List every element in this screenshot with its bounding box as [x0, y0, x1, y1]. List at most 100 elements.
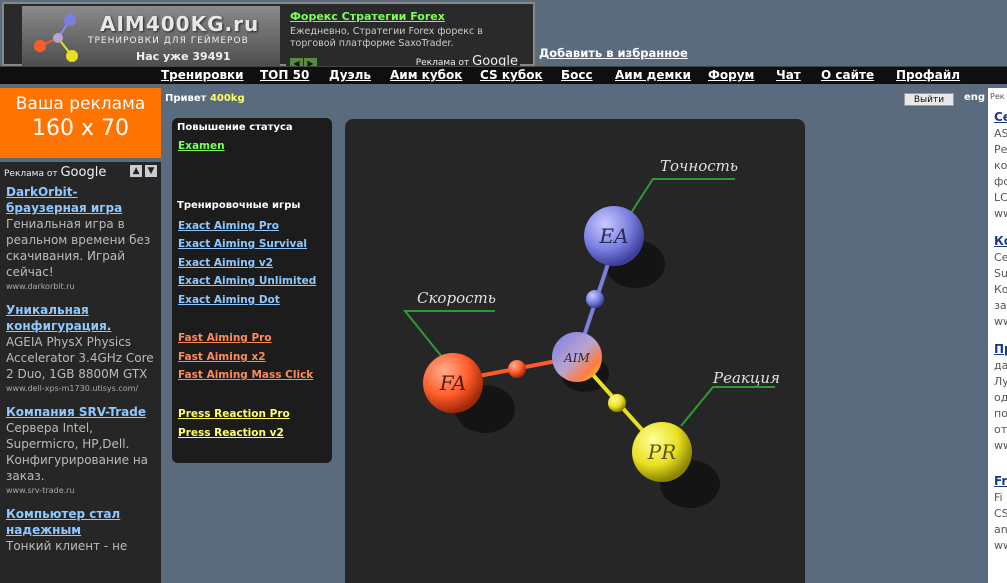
left-ad-title[interactable]: Уникальная конфигурация. [6, 302, 155, 334]
right-ad-title[interactable]: Fr [994, 474, 1007, 488]
left-ad-text: Тонкий клиент - не [6, 539, 128, 553]
left-ad-item: Уникальная конфигурация. AGEIA PhysX Phy… [0, 298, 161, 400]
site-logo[interactable]: AIM400KG.ru ТРЕНИРОВКИ ДЛЯ ГЕЙМЕРОВ Нас … [22, 6, 280, 66]
right-ad-title[interactable]: Ко [994, 234, 1007, 248]
exact-aiming-unlimited-link[interactable]: Exact Aiming Unlimited [178, 275, 316, 287]
right-ad-line: ww [994, 539, 1007, 552]
left-ad-text: AGEIA PhysX Physics Accelerator 3.4GHz C… [6, 335, 154, 381]
logo-title: AIM400KG.ru [100, 12, 260, 36]
right-ad-title[interactable]: Се [994, 110, 1007, 124]
label-line-accuracy [626, 178, 735, 220]
ad-block-line1: Ваша реклама [15, 94, 146, 114]
nav-item-boss[interactable]: Босс [561, 68, 593, 82]
greeting: Привет 400kg [165, 93, 245, 104]
add-to-favorites-link[interactable]: Добавить в избранное [539, 46, 688, 60]
right-ad-line: Su [994, 267, 1007, 280]
top-ad-text: Ежедневно, Стратегии Forex форекс в торг… [290, 26, 483, 49]
right-ad-line: an [994, 523, 1007, 536]
nav-item-about[interactable]: О сайте [821, 68, 874, 82]
right-ad-line: ww [994, 439, 1007, 452]
small-node-orange [508, 360, 526, 378]
arrow-up-icon[interactable]: ▲ [130, 165, 143, 177]
right-ad-line: Ко [994, 283, 1007, 296]
nav-item-cs-cup[interactable]: CS кубок [480, 68, 543, 82]
google-logo[interactable]: Google [60, 165, 106, 180]
node-ea-label: EA [598, 224, 628, 248]
member-count: Нас уже 39491 [136, 50, 231, 63]
right-ad-line: ww [994, 315, 1007, 328]
left-ad-title[interactable]: Компьютер стал надежным [6, 506, 155, 538]
header: AIM400KG.ru ТРЕНИРОВКИ ДЛЯ ГЕЙМЕРОВ Нас … [0, 0, 1007, 69]
status-heading: Повышение статуса [177, 122, 293, 133]
nav-item-profile[interactable]: Профайл [896, 68, 960, 82]
left-ad-url[interactable]: www.dell-xps-m1730.utisys.com/ [6, 382, 155, 396]
node-aim-label: AIM [563, 351, 590, 365]
left-ads-header: Реклама от Google ▲ ▼ [0, 162, 161, 180]
right-ad-line: ко [994, 159, 1007, 172]
left-ads-arrows: ▲ ▼ [130, 165, 157, 177]
language-switch[interactable]: eng [964, 92, 985, 103]
left-ad-title[interactable]: DarkOrbit-браузерная игра [6, 184, 155, 216]
nav-item-duel[interactable]: Дуэль [329, 68, 371, 82]
left-ad-url[interactable]: www.srv-trade.ru [6, 484, 155, 498]
right-ad-line: Лу [994, 375, 1007, 388]
exact-aiming-dot-link[interactable]: Exact Aiming Dot [178, 294, 280, 306]
right-ad-title[interactable]: Пр [994, 342, 1007, 356]
skills-diagram-svg: EA FA PR AIM Точность Скорость Реакция [402, 157, 780, 508]
left-ad-title[interactable]: Компания SRV-Trade [6, 404, 155, 420]
press-reaction-pro-link[interactable]: Press Reaction Pro [178, 408, 290, 420]
node-fa-label: FA [439, 371, 467, 395]
node-pr-label: PR [647, 440, 677, 464]
right-ad-line: Се [994, 251, 1007, 264]
fast-aiming-x2-link[interactable]: Fast Aiming x2 [178, 351, 266, 363]
molecule-logo-icon [34, 14, 78, 62]
top-ad-title[interactable]: Форекс Стратегии Forex [290, 10, 445, 23]
username[interactable]: 400kg [210, 93, 245, 104]
right-ad-line: по [994, 407, 1007, 420]
left-ad-url[interactable]: www.darkorbit.ru [6, 280, 155, 294]
examen-link[interactable]: Examen [178, 140, 225, 152]
ad-block-line2: 160 x 70 [32, 116, 129, 141]
press-reaction-v2-link[interactable]: Press Reaction v2 [178, 427, 284, 439]
nav-item-chat[interactable]: Чат [776, 68, 801, 82]
nav-item-top50[interactable]: ТОП 50 [260, 68, 309, 82]
nav-item-aim-cup[interactable]: Аим кубок [390, 68, 462, 82]
label-line-speed [402, 310, 495, 358]
right-ad-line: за [994, 299, 1007, 312]
exact-aiming-pro-link[interactable]: Exact Aiming Pro [178, 220, 279, 232]
logout-button[interactable]: Выйти [904, 93, 954, 106]
right-ad-line: фо [994, 175, 1007, 188]
header-banner: AIM400KG.ru ТРЕНИРОВКИ ДЛЯ ГЕЙМЕРОВ Нас … [2, 2, 535, 69]
left-ad-text: Сервера Intel, Supermicro, HP,Dell. Конф… [6, 421, 149, 483]
right-ad-line: CS [994, 507, 1007, 520]
right-ad-line: од [994, 391, 1007, 404]
games-menu: Повышение статуса Examen Тренировочные и… [172, 118, 332, 463]
nav-item-trainings[interactable]: Тренировки [161, 68, 244, 82]
nav-item-aim-demos[interactable]: Аим демки [615, 68, 691, 82]
right-ad-line: да [994, 359, 1007, 372]
logo-subtitle: ТРЕНИРОВКИ ДЛЯ ГЕЙМЕРОВ [88, 36, 249, 46]
exact-aiming-survival-link[interactable]: Exact Aiming Survival [178, 238, 307, 250]
greeting-prefix: Привет [165, 93, 207, 104]
right-ads-panel: Рек Се AS Ре ко фо LC ww Ко Се Su Ко за … [988, 88, 1007, 583]
games-heading: Тренировочные игры [177, 200, 301, 211]
right-ad-line: ww [994, 207, 1007, 220]
ads-by-prefix: Реклама от [4, 169, 58, 179]
label-line-reaction [680, 386, 775, 427]
arrow-down-icon[interactable]: ▼ [145, 165, 157, 177]
right-ad-line: Fi [994, 491, 1003, 504]
right-ad-line: от [994, 423, 1007, 436]
exact-aiming-v2-link[interactable]: Exact Aiming v2 [178, 257, 273, 269]
skills-diagram: EA FA PR AIM Точность Скорость Реакция [345, 119, 805, 583]
label-reaction: Реакция [712, 369, 780, 387]
main-nav: Тренировки ТОП 50 Дуэль Аим кубок CS куб… [0, 66, 1007, 84]
left-ads-panel: Реклама от Google ▲ ▼ DarkOrbit-браузерн… [0, 162, 161, 583]
fast-aiming-pro-link[interactable]: Fast Aiming Pro [178, 332, 272, 344]
your-ad-here-block[interactable]: Ваша реклама 160 x 70 [0, 88, 161, 158]
left-ad-item: Компьютер стал надежным Тонкий клиент - … [0, 502, 161, 558]
left-ad-text: Гениальная игра в реальном времени без с… [6, 217, 151, 279]
left-ad-item: Компания SRV-Trade Сервера Intel, Superm… [0, 400, 161, 502]
right-ad-line: AS [994, 127, 1007, 140]
nav-item-forum[interactable]: Форум [708, 68, 754, 82]
fast-aiming-mass-click-link[interactable]: Fast Aiming Mass Click [178, 369, 313, 381]
